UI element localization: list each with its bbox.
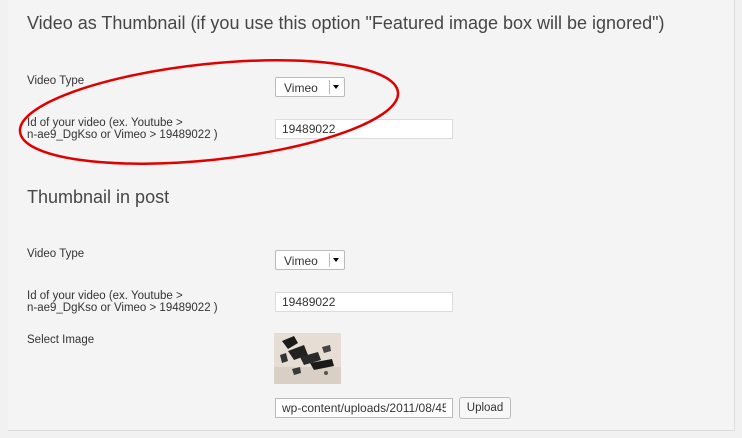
section-title-thumbnail-in-post: Thumbnail in post: [27, 187, 170, 207]
video-id-label-line1: Id of your video (ex. Youtube >: [27, 117, 183, 129]
video-id-label: Id of your video (ex. Youtube > n-ae9_Dg…: [27, 117, 218, 141]
image-path-input[interactable]: [275, 398, 453, 418]
video-type-selected-value: Vimeo: [284, 81, 318, 95]
dropdown-arrow-icon: [329, 253, 342, 267]
post-video-type-select[interactable]: Vimeo: [275, 250, 345, 270]
upload-button[interactable]: Upload: [459, 397, 511, 419]
section-title-video-thumbnail: Video as Thumbnail (if you use this opti…: [27, 13, 665, 33]
dropdown-arrow-icon: [329, 80, 342, 94]
thumbnail-artwork-image: [274, 333, 341, 384]
post-video-type-label: Video Type: [27, 248, 85, 260]
video-id-label-line2: n-ae9_DgKso or Vimeo > 19489022 ): [27, 129, 218, 141]
video-type-select[interactable]: Vimeo: [275, 77, 345, 97]
post-video-id-input[interactable]: [275, 292, 453, 312]
video-id-input[interactable]: [275, 119, 453, 139]
post-video-id-label: Id of your video (ex. Youtube > n-ae9_Dg…: [27, 290, 218, 314]
video-type-label: Video Type: [27, 75, 85, 87]
post-video-type-selected-value: Vimeo: [284, 254, 318, 268]
settings-panel: [8, 0, 735, 431]
selected-image-thumbnail[interactable]: [274, 333, 341, 384]
select-image-label: Select Image: [27, 334, 95, 346]
post-video-id-label-line1: Id of your video (ex. Youtube >: [27, 290, 183, 302]
post-video-id-label-line2: n-ae9_DgKso or Vimeo > 19489022 ): [27, 302, 218, 314]
